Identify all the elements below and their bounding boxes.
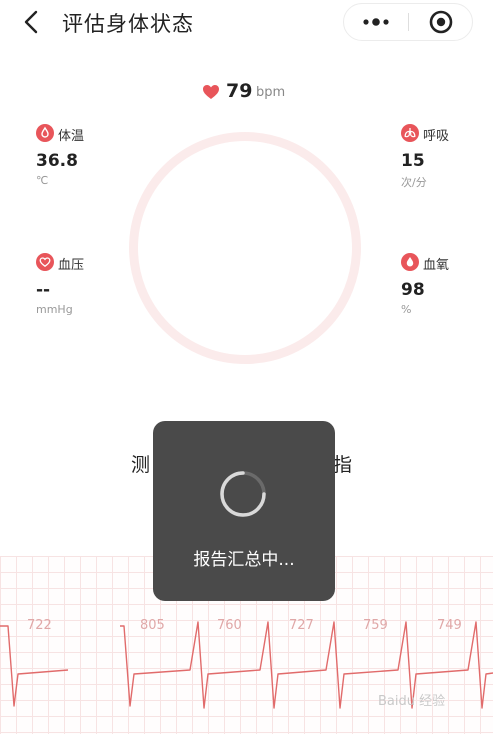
more-button[interactable] [344, 4, 408, 40]
vital-blood-pressure-unit: mmHg [36, 303, 73, 316]
vital-blood-oxygen-label: 血氧 [423, 258, 450, 273]
lungs-icon [401, 124, 419, 142]
measure-hint-right: 指 [333, 454, 353, 476]
vital-respiration-value: 15 [401, 151, 425, 171]
mini-program-capsule [343, 3, 473, 41]
heart-rate-value: 79 [226, 80, 253, 102]
more-dots-icon [363, 18, 389, 26]
thermometer-drop-icon [36, 124, 54, 142]
heart-rate-readout: 79 bpm [0, 80, 493, 106]
vital-temperature-label: 体温 [58, 129, 85, 144]
vital-respiration-unit: 次/分 [401, 176, 427, 189]
chevron-left-icon [24, 10, 38, 34]
measure-hint-left: 测 [131, 454, 151, 476]
vital-respiration: 呼吸 15 次/分 [401, 124, 481, 194]
loading-toast: 报告汇总中... [153, 421, 335, 601]
rr-interval-label: 760 [217, 618, 242, 633]
rr-interval-label: 727 [289, 618, 314, 633]
rr-interval-label: 749 [437, 618, 462, 633]
rr-interval-label: 805 [140, 618, 165, 633]
vital-temperature-value: 36.8 [36, 151, 78, 171]
vital-blood-pressure: 血压 -- mmHg [36, 253, 126, 323]
vital-blood-pressure-value: -- [36, 280, 51, 300]
vital-blood-pressure-label: 血压 [58, 258, 85, 273]
heart-rate-unit: bpm [256, 85, 286, 100]
close-button[interactable] [409, 4, 472, 40]
vital-temperature: 体温 36.8 ℃ [36, 124, 126, 194]
page-title: 评估身体状态 [62, 12, 194, 36]
target-circle-icon [429, 10, 453, 34]
heart-outline-icon [36, 253, 54, 271]
measurement-ring [129, 132, 361, 364]
vital-temperature-unit: ℃ [36, 174, 49, 187]
drop-icon [401, 253, 419, 271]
vital-blood-oxygen-value: 98 [401, 280, 425, 300]
heart-icon [203, 85, 219, 99]
rr-interval-label: 759 [363, 618, 388, 633]
toast-message: 报告汇总中... [193, 550, 295, 570]
loading-spinner-icon [220, 471, 266, 517]
watermark: Baidu 经验 [378, 694, 446, 709]
vital-blood-oxygen-unit: % [401, 303, 412, 316]
back-button[interactable] [18, 8, 46, 36]
rr-interval-label: 722 [27, 618, 52, 633]
nav-header: 评估身体状态 [0, 0, 493, 50]
vital-respiration-label: 呼吸 [423, 129, 450, 144]
vital-blood-oxygen: 血氧 98 % [401, 253, 481, 323]
